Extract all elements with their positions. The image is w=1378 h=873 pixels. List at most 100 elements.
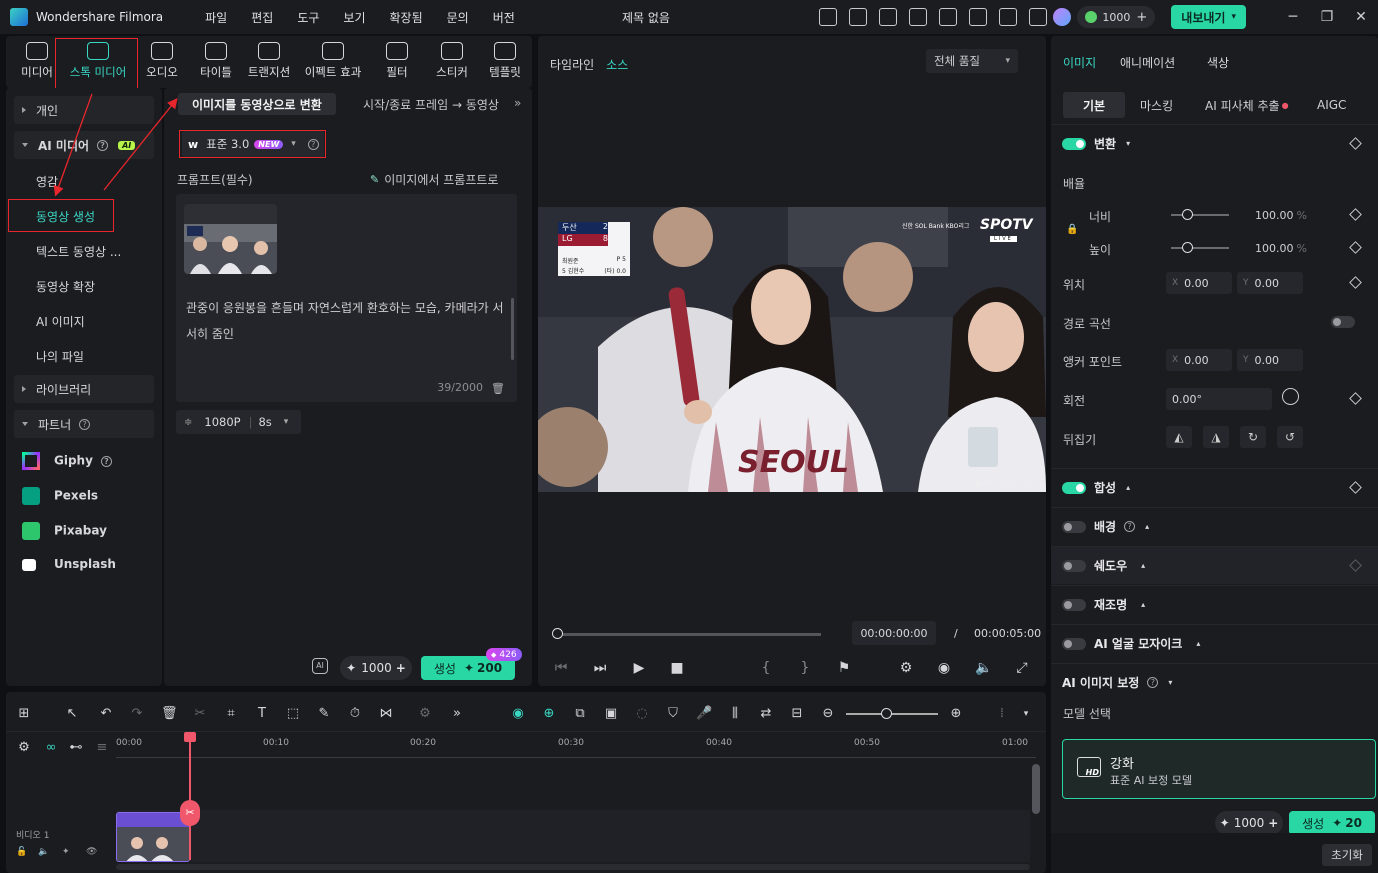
- menu-item-0[interactable]: 파일: [193, 9, 239, 26]
- tab-image[interactable]: 이미지: [1063, 54, 1096, 71]
- tab-color[interactable]: 색상: [1207, 54, 1229, 71]
- tab-start-end-frame[interactable]: 시작/종료 프레임 → 동영상: [363, 93, 509, 115]
- layout-icon[interactable]: [909, 8, 928, 26]
- keyframe-icon[interactable]: [1349, 241, 1362, 254]
- draw-icon[interactable]: ✎: [316, 706, 332, 722]
- flip-horizontal-icon[interactable]: ◭: [1166, 426, 1192, 448]
- section-background[interactable]: 배경 ? ▴: [1051, 507, 1378, 545]
- height-slider-handle[interactable]: [1182, 242, 1193, 253]
- anchor-x-input[interactable]: X 0.00: [1166, 349, 1232, 371]
- keyframe-icon[interactable]: [1349, 208, 1362, 221]
- image-icon[interactable]: ▣: [603, 706, 619, 722]
- select-cursor-icon[interactable]: ↖: [64, 706, 80, 722]
- step-forward-icon[interactable]: ⏭: [592, 660, 608, 676]
- keyframe-icon[interactable]: [1349, 276, 1362, 289]
- keyframe-icon[interactable]: [1349, 481, 1362, 494]
- menu-item-1[interactable]: 편집: [239, 9, 285, 26]
- settings-icon[interactable]: ⚙: [898, 660, 914, 676]
- playhead[interactable]: [189, 734, 191, 860]
- tab-transition[interactable]: 트랜지션: [242, 36, 296, 88]
- width-slider-handle[interactable]: [1182, 209, 1193, 220]
- add-credits-icon[interactable]: +: [1136, 10, 1147, 25]
- avatar[interactable]: [1053, 8, 1072, 26]
- track-layer-icon[interactable]: ≡: [94, 740, 110, 756]
- height-slider[interactable]: [1171, 247, 1229, 249]
- restore-icon[interactable]: ❐: [1310, 9, 1344, 25]
- nav-item-0[interactable]: 영감: [36, 173, 58, 190]
- shadow-toggle[interactable]: [1062, 559, 1086, 572]
- enhance-model-card[interactable]: HD 강화 표준 AI 보정 모델: [1062, 739, 1376, 799]
- video-frame[interactable]: SEOUL 두산 2 LG 8 최원준 P 5 5 김현수 (타) 0.0 신한 SOL…: [538, 207, 1046, 492]
- layout-grid-icon[interactable]: ⊞: [16, 706, 32, 722]
- seek-handle[interactable]: [552, 628, 563, 639]
- nav-item-3[interactable]: 동영상 확장: [36, 278, 95, 295]
- close-icon[interactable]: ✕: [1344, 9, 1378, 25]
- keyframe-icon[interactable]: [1349, 392, 1362, 405]
- crop-icon[interactable]: ⌗: [223, 706, 239, 722]
- rotation-input[interactable]: 0.00°: [1166, 388, 1272, 410]
- zoom-in-icon[interactable]: ⊕: [948, 706, 964, 722]
- zoom-out-icon[interactable]: ⊖: [820, 706, 836, 722]
- section-relighting[interactable]: 재조명 ▴: [1051, 585, 1378, 623]
- anchor-y-input[interactable]: Y 0.00: [1237, 349, 1303, 371]
- help-icon[interactable]: ?: [1147, 677, 1159, 688]
- fullscreen-icon[interactable]: ⤢: [1014, 660, 1030, 676]
- menu-item-4[interactable]: 확장됨: [378, 9, 435, 26]
- replace-icon[interactable]: ⇄: [758, 706, 774, 722]
- prompt-scrollbar[interactable]: [511, 298, 514, 360]
- gift-icon[interactable]: [819, 8, 838, 26]
- undo-icon[interactable]: ↶: [98, 706, 114, 722]
- flip-vertical-icon[interactable]: ◮: [1203, 426, 1229, 448]
- keyframe-icon[interactable]: [1349, 137, 1362, 150]
- subtab-basic[interactable]: 기본: [1063, 92, 1126, 118]
- chevron-down-icon[interactable]: ▾: [1018, 706, 1034, 722]
- shield-icon[interactable]: ⛉: [665, 706, 681, 722]
- text-icon[interactable]: T: [254, 706, 270, 722]
- width-slider[interactable]: [1171, 214, 1229, 216]
- position-y-input[interactable]: Y 0.00: [1237, 272, 1303, 294]
- send-icon[interactable]: [849, 8, 868, 26]
- keyframe-icon[interactable]: [1349, 559, 1362, 572]
- add-icon[interactable]: +: [1268, 816, 1278, 830]
- partner-giphy[interactable]: Giphy?: [22, 452, 112, 470]
- tab-sticker[interactable]: 스티커: [424, 36, 480, 88]
- nav-section-library[interactable]: 라이브러리: [14, 375, 154, 403]
- credit-balance[interactable]: ✦ 1000 +: [1215, 811, 1283, 835]
- menu-item-6[interactable]: 버전: [481, 9, 527, 26]
- rotate-right-icon[interactable]: ↻: [1240, 426, 1266, 448]
- tab-image-to-video[interactable]: 이미지를 동영상으로 변환: [178, 93, 336, 115]
- partner-pixabay[interactable]: Pixabay: [22, 522, 107, 540]
- marker-icon[interactable]: ⚑: [836, 660, 852, 676]
- headset-sync-icon[interactable]: [879, 8, 898, 26]
- export-button[interactable]: 내보내기 ▾: [1171, 5, 1246, 29]
- tab-audio[interactable]: 오디오: [134, 36, 190, 88]
- link-icon[interactable]: 🔒: [1066, 224, 1078, 235]
- split-screen-icon[interactable]: ⊟: [789, 706, 805, 722]
- mark-in-icon[interactable]: {: [758, 660, 774, 676]
- stop-icon[interactable]: ■: [669, 660, 685, 676]
- help-icon[interactable]: ?: [100, 455, 112, 467]
- prompt-text[interactable]: 관중이 응원봉을 흔들며 자연스럽게 환호하는 모습, 카메라가 서서히 줌인: [186, 295, 506, 347]
- tab-animation[interactable]: 애니메이션: [1120, 54, 1175, 71]
- playhead-handle[interactable]: [184, 732, 196, 742]
- nav-section-personal[interactable]: 개인: [14, 96, 154, 124]
- composite-toggle[interactable]: [1062, 481, 1086, 494]
- menu-item-3[interactable]: 보기: [331, 9, 377, 26]
- mic-icon[interactable]: 🎤: [696, 706, 712, 722]
- rotation-dial-icon[interactable]: [1282, 388, 1299, 405]
- section-transform[interactable]: 변환 ▾: [1051, 124, 1378, 162]
- tab-filter[interactable]: 필터: [370, 36, 424, 88]
- credits-badge[interactable]: 1000 +: [1077, 6, 1156, 28]
- ai-assistant-icon[interactable]: ◉: [510, 706, 526, 722]
- nav-section-ai-media[interactable]: AI 미디어 ? AI: [14, 131, 154, 159]
- video-clip[interactable]: [116, 812, 190, 862]
- section-face-mosaic[interactable]: AI 얼굴 모자이크 ▴: [1051, 624, 1378, 662]
- time-ruler[interactable]: [116, 750, 1036, 758]
- subtab-ai-extract[interactable]: AI 피사체 추출 ●: [1205, 92, 1289, 118]
- chain-icon[interactable]: ⊷: [68, 740, 84, 756]
- mask-icon[interactable]: ⬚: [285, 706, 301, 722]
- multicam-icon[interactable]: ⧉: [572, 706, 588, 722]
- mark-out-icon[interactable]: }: [797, 660, 813, 676]
- play-icon[interactable]: ▶: [631, 660, 647, 676]
- prompt-box[interactable]: 관중이 응원봉을 흔들며 자연스럽게 환호하는 모습, 카메라가 서서히 줌인 …: [176, 194, 517, 402]
